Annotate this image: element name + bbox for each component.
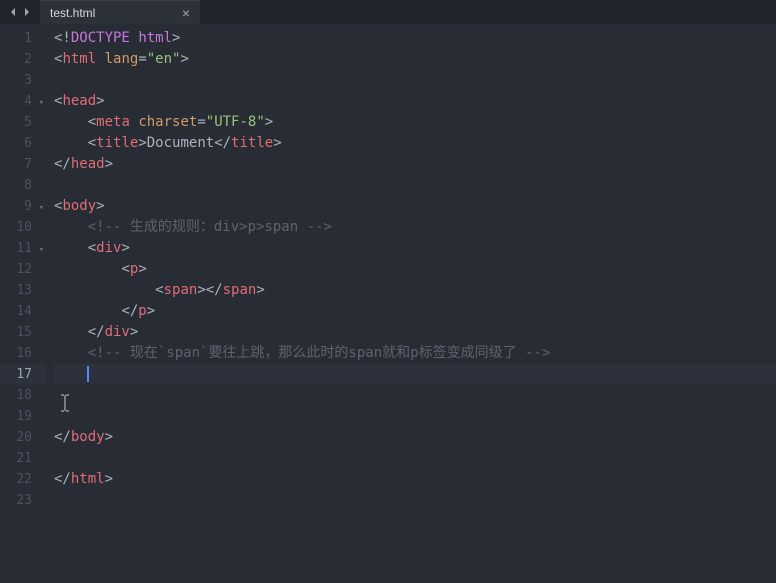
- code-line[interactable]: [54, 490, 776, 511]
- line-number: 1: [0, 28, 46, 49]
- code-line[interactable]: </head>: [54, 154, 776, 175]
- code-line[interactable]: <!DOCTYPE html>: [54, 28, 776, 49]
- code-line[interactable]: [54, 175, 776, 196]
- line-number: 17: [0, 364, 46, 385]
- file-tab[interactable]: test.html ×: [40, 0, 200, 24]
- tab-filename: test.html: [50, 6, 95, 20]
- line-number: 15: [0, 322, 46, 343]
- code-line[interactable]: <title>Document</title>: [54, 133, 776, 154]
- code-line[interactable]: [54, 70, 776, 91]
- code-line[interactable]: <span></span>: [54, 280, 776, 301]
- line-number: 9▾: [0, 196, 46, 217]
- gutter: 1234▾56789▾1011▾121314151617181920212223: [0, 24, 46, 583]
- code-line[interactable]: <!-- 现在`span`要往上跳，那么此时的span就和p标签变成同级了 --…: [54, 343, 776, 364]
- code-line[interactable]: [54, 448, 776, 469]
- code-line-active[interactable]: [54, 364, 776, 385]
- line-number: 2: [0, 49, 46, 70]
- code-line[interactable]: <p>: [54, 259, 776, 280]
- fold-caret-icon[interactable]: ▾: [39, 240, 44, 261]
- code-area[interactable]: <!DOCTYPE html> <html lang="en"> <head> …: [46, 24, 776, 583]
- close-icon[interactable]: ×: [182, 6, 190, 20]
- code-line[interactable]: <!-- 生成的规则：div>p>span -->: [54, 217, 776, 238]
- line-number: 22: [0, 469, 46, 490]
- line-number: 8: [0, 175, 46, 196]
- nav-back-icon[interactable]: [8, 7, 18, 17]
- line-number: 16: [0, 343, 46, 364]
- line-number: 7: [0, 154, 46, 175]
- line-number: 10: [0, 217, 46, 238]
- code-line[interactable]: <head>: [54, 91, 776, 112]
- line-number: 23: [0, 490, 46, 511]
- line-number: 12: [0, 259, 46, 280]
- code-line[interactable]: </div>: [54, 322, 776, 343]
- nav-forward-icon[interactable]: [22, 7, 32, 17]
- fold-caret-icon[interactable]: ▾: [39, 93, 44, 114]
- line-number: 5: [0, 112, 46, 133]
- line-number: 14: [0, 301, 46, 322]
- line-number: 20: [0, 427, 46, 448]
- code-line[interactable]: [54, 406, 776, 427]
- line-number: 19: [0, 406, 46, 427]
- code-line[interactable]: <meta charset="UTF-8">: [54, 112, 776, 133]
- line-number: 13: [0, 280, 46, 301]
- nav-arrows: [0, 0, 40, 24]
- editor[interactable]: 1234▾56789▾1011▾121314151617181920212223…: [0, 24, 776, 583]
- code-line[interactable]: <div>: [54, 238, 776, 259]
- code-line[interactable]: <body>: [54, 196, 776, 217]
- code-line[interactable]: </p>: [54, 301, 776, 322]
- line-number: 4▾: [0, 91, 46, 112]
- fold-caret-icon[interactable]: ▾: [39, 198, 44, 219]
- line-number: 18: [0, 385, 46, 406]
- line-number: 6: [0, 133, 46, 154]
- titlebar: test.html ×: [0, 0, 776, 24]
- line-number: 3: [0, 70, 46, 91]
- line-number: 21: [0, 448, 46, 469]
- code-line[interactable]: </html>: [54, 469, 776, 490]
- code-line[interactable]: <html lang="en">: [54, 49, 776, 70]
- line-number: 11▾: [0, 238, 46, 259]
- code-line[interactable]: </body>: [54, 427, 776, 448]
- code-line[interactable]: [54, 385, 776, 406]
